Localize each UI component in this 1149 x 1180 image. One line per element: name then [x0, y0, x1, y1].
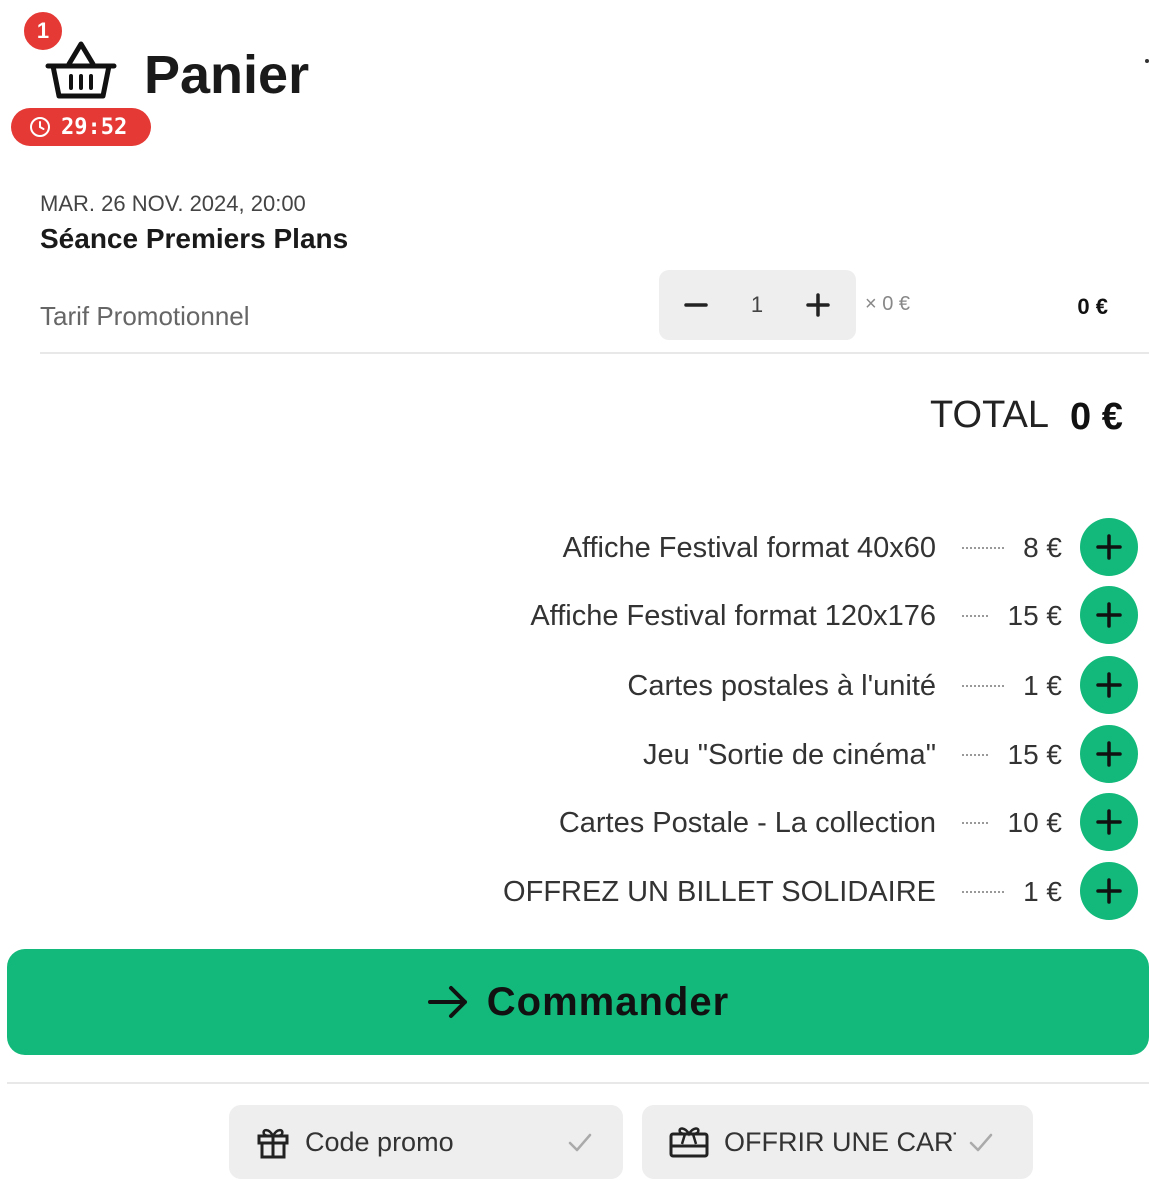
extra-item-price: 1 € [1023, 876, 1062, 907]
timer-text: 29:52 [61, 114, 128, 140]
plus-icon [1096, 672, 1122, 698]
extra-item: Cartes postales à l'unité 1 € [400, 656, 1142, 716]
dotted-leader [962, 685, 1004, 687]
extra-item-label: Affiche Festival format 120x176 [530, 600, 936, 632]
clock-icon [30, 117, 50, 137]
extra-item-label: Cartes Postale - La collection [558, 807, 936, 839]
gift-card-icon [669, 1127, 709, 1158]
unit-price: × 0 € [865, 293, 911, 315]
extra-item: Cartes Postale - La collection 10 € [400, 793, 1142, 853]
add-extra-button[interactable] [1080, 518, 1138, 576]
plus-icon [1096, 602, 1122, 628]
extra-item-label: Affiche Festival format 40x60 [562, 532, 936, 564]
gift-icon [257, 1128, 289, 1159]
quantity-stepper: 1 [659, 270, 856, 340]
total-label: TOTAL [930, 394, 1049, 436]
dotted-leader [962, 754, 988, 756]
cart-count-badge: 1 [22, 10, 64, 52]
extra-item-label: OFFREZ UN BILLET SOLIDAIRE [503, 876, 936, 908]
plus-icon [1096, 878, 1122, 904]
extra-item: OFFREZ UN BILLET SOLIDAIRE 1 € [400, 862, 1142, 922]
gift-card-label: OFFRIR UNE CARTE [724, 1126, 956, 1157]
promo-code-button[interactable]: Code promo [229, 1105, 623, 1179]
check-icon [969, 1133, 993, 1152]
minus-icon [684, 303, 708, 307]
add-extra-button[interactable] [1080, 586, 1138, 644]
extra-item: Jeu "Sortie de cinéma" 15 € [400, 725, 1142, 785]
line-total: 0 € [1077, 294, 1108, 319]
extra-item-price: 8 € [1023, 532, 1062, 563]
order-button-label: Commander [486, 979, 730, 1024]
plus-icon [806, 293, 830, 317]
decrement-button[interactable] [671, 280, 721, 330]
quantity-value[interactable]: 1 [732, 290, 782, 320]
divider [40, 352, 1149, 354]
timer-badge: 29:52 [11, 108, 151, 146]
add-extra-button[interactable] [1080, 656, 1138, 714]
extra-item-price: 1 € [1023, 670, 1062, 701]
promo-code-label: Code promo [305, 1126, 454, 1157]
plus-icon [1096, 534, 1122, 560]
increment-button[interactable] [793, 280, 843, 330]
extra-item: Affiche Festival format 40x60 8 € [400, 518, 1142, 578]
page-title: Panier [144, 45, 310, 105]
dotted-leader [962, 891, 1004, 893]
add-extra-button[interactable] [1080, 862, 1138, 920]
divider [7, 1082, 1149, 1084]
event-date: MAR. 26 NOV. 2024, 20:00 [40, 191, 306, 216]
add-extra-button[interactable] [1080, 793, 1138, 851]
dotted-leader [962, 615, 988, 617]
check-icon [568, 1133, 592, 1152]
extra-item-price: 15 € [1007, 600, 1063, 631]
extra-item-price: 10 € [1007, 807, 1063, 838]
gift-card-button[interactable]: OFFRIR UNE CARTE [642, 1105, 1033, 1179]
extra-item-label: Jeu "Sortie de cinéma" [642, 739, 936, 771]
order-button[interactable]: Commander [7, 949, 1149, 1055]
extra-item: Affiche Festival format 120x176 15 € [400, 586, 1142, 646]
dotted-leader [962, 822, 988, 824]
event-title: Séance Premiers Plans [40, 223, 349, 254]
add-extra-button[interactable] [1080, 725, 1138, 783]
extra-item-price: 15 € [1007, 739, 1063, 770]
total-value: 0 € [1070, 396, 1123, 438]
dotted-leader [962, 547, 1004, 549]
arrow-right-icon [427, 986, 467, 1018]
plus-icon [1096, 809, 1122, 835]
tariff-label: Tarif Promotionnel [40, 301, 250, 331]
plus-icon [1096, 741, 1122, 767]
edge-marker [1145, 59, 1149, 63]
extra-item-label: Cartes postales à l'unité [627, 670, 936, 702]
